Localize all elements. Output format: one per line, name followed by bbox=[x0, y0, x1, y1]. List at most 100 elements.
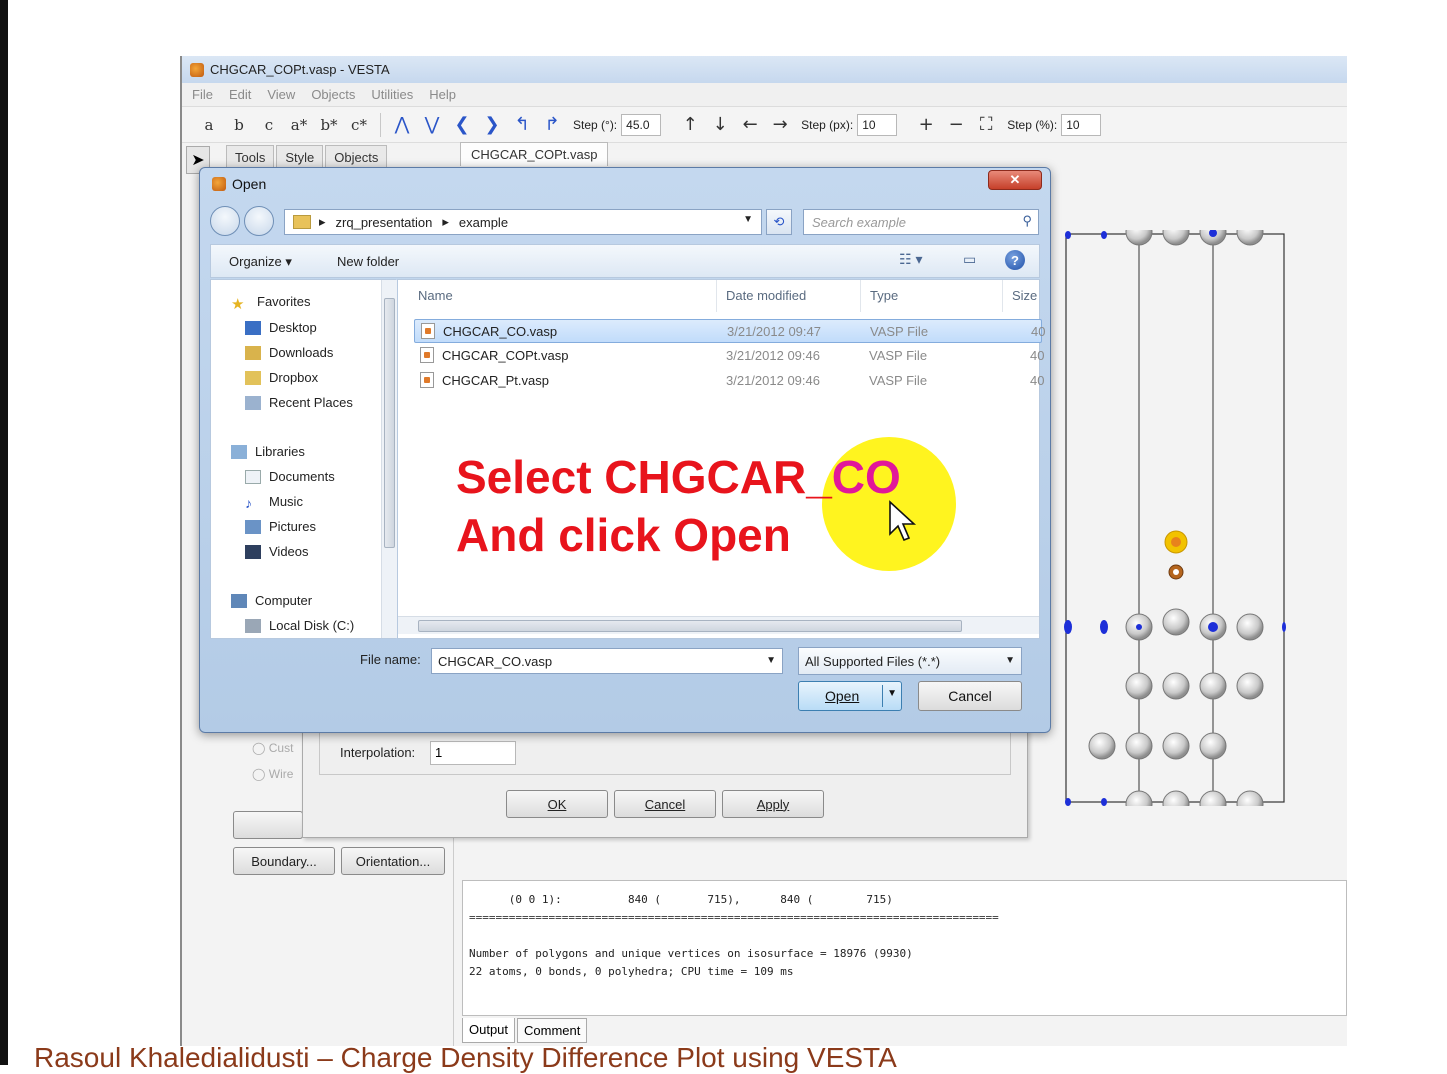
scrollbar-thumb[interactable] bbox=[418, 620, 962, 632]
help-icon[interactable]: ? bbox=[1005, 250, 1025, 270]
rotate-down-icon[interactable]: ⋁ bbox=[417, 111, 447, 139]
nav-libraries[interactable]: Libraries bbox=[231, 444, 305, 459]
translate-up-icon[interactable]: ↑ bbox=[675, 111, 705, 139]
output-line: 22 atoms, 0 bonds, 0 polyhedra; CPU time… bbox=[469, 965, 794, 978]
boundary-button[interactable]: Boundary... bbox=[233, 847, 335, 875]
menu-view[interactable]: View bbox=[267, 87, 295, 102]
radio-custom[interactable]: ◯ Cust bbox=[252, 741, 293, 755]
tab-tools[interactable]: Tools bbox=[226, 145, 275, 169]
nav-pictures-label: Pictures bbox=[269, 519, 316, 534]
menu-edit[interactable]: Edit bbox=[229, 87, 251, 102]
open-dropdown-icon[interactable]: ▼ bbox=[887, 688, 897, 699]
file-row-selected[interactable]: CHGCAR_CO.vasp 3/21/2012 09:47 VASP File… bbox=[414, 319, 1045, 343]
interpolation-input[interactable]: 1 bbox=[430, 741, 516, 765]
fit-to-window-icon[interactable]: ⛶ bbox=[971, 111, 1001, 139]
tab-objects[interactable]: Objects bbox=[325, 145, 388, 169]
close-button[interactable]: ✕ bbox=[988, 170, 1042, 190]
view-c-star-button[interactable]: c* bbox=[344, 111, 374, 139]
column-type[interactable]: Type bbox=[870, 288, 898, 303]
step-deg-input[interactable]: 45.0 bbox=[621, 113, 662, 136]
zoom-in-icon[interactable]: + bbox=[911, 111, 941, 139]
cancel-button[interactable]: Cancel bbox=[614, 790, 716, 818]
nav-desktop[interactable]: Desktop bbox=[245, 320, 317, 335]
rotate-left-icon[interactable]: ❮ bbox=[447, 111, 477, 139]
view-a-button[interactable]: a bbox=[194, 111, 224, 139]
nav-favorites[interactable]: ★ Favorites bbox=[231, 294, 310, 313]
video-left-edge bbox=[0, 0, 8, 1065]
document-tab[interactable]: CHGCAR_COPt.vasp bbox=[460, 142, 609, 166]
menu-file[interactable]: File bbox=[192, 87, 213, 102]
translate-down-icon[interactable]: ↓ bbox=[705, 111, 735, 139]
step-pct-input[interactable]: 10 bbox=[1061, 113, 1102, 136]
forward-button[interactable] bbox=[244, 206, 274, 236]
translate-right-icon[interactable]: → bbox=[765, 111, 795, 139]
nav-dropbox[interactable]: Dropbox bbox=[245, 370, 318, 385]
address-bar[interactable]: ▸ zrq_presentation ▸ example ▼ bbox=[284, 209, 762, 235]
nav-downloads[interactable]: Downloads bbox=[245, 345, 333, 360]
pt-atoms-bottom bbox=[1125, 790, 1264, 806]
new-folder-button[interactable]: New folder bbox=[337, 254, 399, 269]
structure-viewer[interactable] bbox=[1062, 230, 1288, 806]
nav-videos[interactable]: Videos bbox=[245, 544, 309, 559]
preview-pane-icon[interactable]: ▭ bbox=[963, 251, 976, 268]
file-type-select[interactable]: All Supported Files (*.*) ▼ bbox=[798, 647, 1022, 675]
organize-button[interactable]: Organize ▾ bbox=[229, 254, 292, 270]
step-px-input[interactable]: 10 bbox=[857, 113, 898, 136]
rotate-right-icon[interactable]: ❯ bbox=[477, 111, 507, 139]
file-type: VASP File bbox=[869, 348, 928, 363]
scrollbar-thumb[interactable] bbox=[384, 298, 395, 548]
file-name-label: File name: bbox=[360, 652, 421, 667]
tab-comment[interactable]: Comment bbox=[517, 1018, 588, 1043]
dialog-cancel-button[interactable]: Cancel bbox=[918, 681, 1022, 711]
nav-music[interactable]: ♪ Music bbox=[245, 494, 303, 511]
chevron-down-icon[interactable]: ▼ bbox=[766, 655, 776, 666]
tab-output[interactable]: Output bbox=[462, 1018, 516, 1043]
rotate-ccw-icon[interactable]: ↰ bbox=[507, 111, 537, 139]
nav-scrollbar[interactable] bbox=[381, 280, 397, 638]
nav-documents[interactable]: Documents bbox=[245, 469, 335, 484]
view-options-icon[interactable]: ☷ ▾ bbox=[899, 251, 922, 268]
view-b-star-button[interactable]: b* bbox=[314, 111, 344, 139]
file-row[interactable]: CHGCAR_Pt.vasp 3/21/2012 09:46 VASP File… bbox=[414, 369, 1044, 393]
rotate-cw-icon[interactable]: ↱ bbox=[537, 111, 567, 139]
nav-local-disk[interactable]: Local Disk (C:) bbox=[245, 618, 354, 633]
refresh-icon[interactable]: ⟲ bbox=[766, 209, 792, 235]
radio-wire[interactable]: ◯ Wire bbox=[252, 767, 293, 781]
file-name-input[interactable]: CHGCAR_CO.vasp ▼ bbox=[431, 648, 783, 674]
nav-pictures[interactable]: Pictures bbox=[245, 519, 316, 534]
hidden-panel-button[interactable] bbox=[233, 811, 303, 839]
music-icon: ♪ bbox=[245, 494, 252, 511]
column-name[interactable]: Name bbox=[418, 288, 453, 303]
annotation-line-1-text: Select CHGCAR_ bbox=[456, 451, 832, 503]
rotate-up-icon[interactable]: ⋀ bbox=[387, 111, 417, 139]
pt-atoms-row-1 bbox=[1125, 608, 1264, 641]
downloads-folder-icon bbox=[245, 345, 261, 360]
translate-left-icon[interactable]: ← bbox=[735, 111, 765, 139]
file-row[interactable]: CHGCAR_COPt.vasp 3/21/2012 09:46 VASP Fi… bbox=[414, 344, 1044, 368]
search-input[interactable]: Search example ⚲ bbox=[803, 209, 1039, 235]
ok-button[interactable]: OK bbox=[506, 790, 608, 818]
breadcrumb-item[interactable]: example bbox=[459, 215, 508, 230]
step-deg-label: Step (°): bbox=[573, 117, 618, 132]
pt-atoms-row-3 bbox=[1088, 732, 1227, 760]
orientation-button[interactable]: Orientation... bbox=[341, 847, 445, 875]
nav-computer[interactable]: Computer bbox=[231, 593, 312, 608]
file-list-hscrollbar[interactable] bbox=[398, 616, 1039, 634]
tab-style[interactable]: Style bbox=[276, 145, 324, 169]
column-size[interactable]: Size bbox=[1012, 288, 1037, 303]
open-button[interactable]: Open ▼ bbox=[798, 681, 902, 711]
back-button[interactable] bbox=[210, 206, 240, 236]
nav-recent-places[interactable]: Recent Places bbox=[245, 395, 353, 410]
apply-button[interactable]: Apply bbox=[722, 790, 824, 818]
zoom-out-icon[interactable]: − bbox=[941, 111, 971, 139]
view-c-button[interactable]: c bbox=[254, 111, 284, 139]
chevron-down-icon[interactable]: ▼ bbox=[743, 214, 753, 225]
output-console[interactable]: (0 0 1): 840 ( 715), 840 ( 715) ========… bbox=[462, 880, 1347, 1016]
view-b-button[interactable]: b bbox=[224, 111, 254, 139]
menu-help[interactable]: Help bbox=[429, 87, 456, 102]
menu-objects[interactable]: Objects bbox=[311, 87, 355, 102]
menu-utilities[interactable]: Utilities bbox=[371, 87, 413, 102]
breadcrumb-item[interactable]: zrq_presentation bbox=[336, 215, 433, 230]
column-date-modified[interactable]: Date modified bbox=[726, 288, 806, 303]
view-a-star-button[interactable]: a* bbox=[284, 111, 314, 139]
